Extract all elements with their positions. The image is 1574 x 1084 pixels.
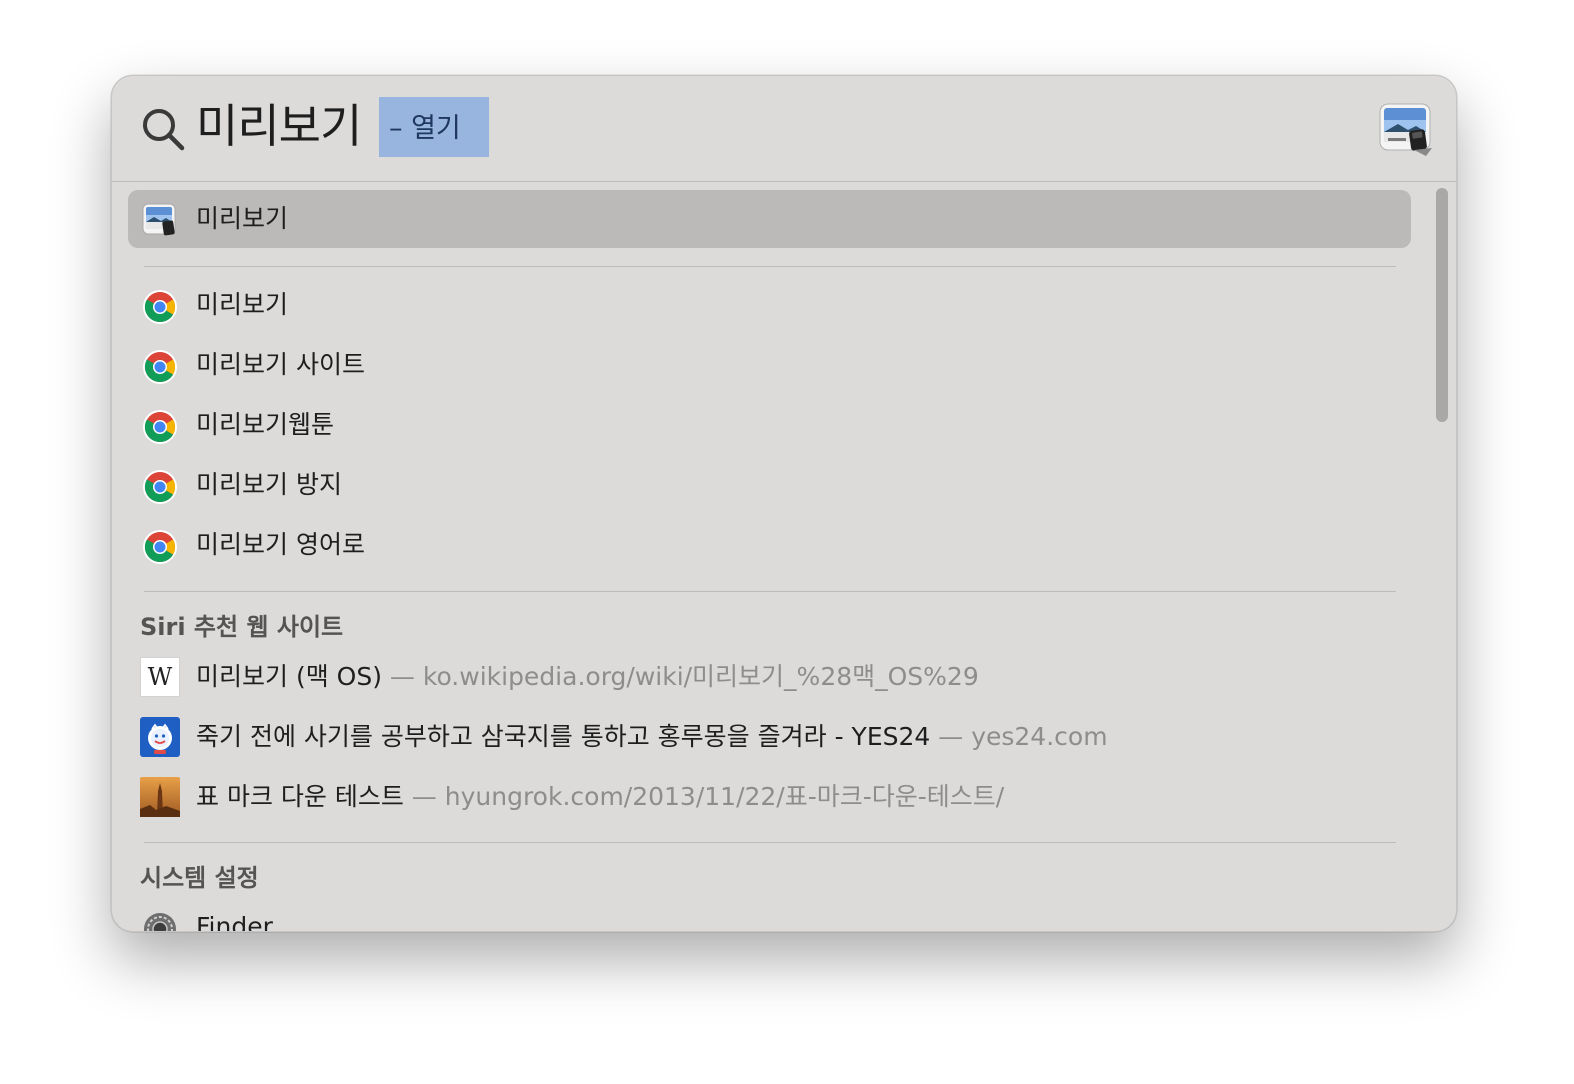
website-label: 죽기 전에 사기를 공부하고 삼국지를 통하고 홍루몽을 즐겨라 - YES24…	[196, 722, 1108, 751]
website-photo-icon	[140, 777, 180, 817]
chrome-icon	[143, 410, 177, 444]
suggestion-row[interactable]: 미리보기웹툰	[128, 396, 1411, 454]
results-divider	[144, 842, 1396, 843]
system-settings-icon	[144, 913, 176, 931]
suggestion-label: 미리보기 사이트	[196, 350, 365, 379]
suggestion-row[interactable]: 미리보기 영어로	[128, 516, 1411, 574]
website-label: 미리보기 (맥 OS) — ko.wikipedia.org/wiki/미리보기…	[196, 662, 979, 691]
suggestion-row[interactable]: 미리보기 방지	[128, 456, 1411, 514]
suggestion-label: 미리보기 영어로	[196, 530, 365, 559]
yes24-icon	[140, 717, 180, 757]
suggestion-label: 미리보기웹툰	[196, 410, 335, 439]
preview-app-icon[interactable]	[1378, 102, 1434, 158]
top-hit-row[interactable]: 미리보기	[128, 190, 1411, 248]
suggestion-label: 미리보기 방지	[196, 470, 342, 499]
search-bar[interactable]: 미리보기 – 열기	[112, 76, 1456, 181]
preview-app-icon	[142, 203, 176, 236]
top-hit-label: 미리보기	[196, 204, 289, 233]
scrollbar-thumb[interactable]	[1436, 188, 1448, 422]
suggestion-row[interactable]: 미리보기	[128, 276, 1411, 334]
suggestion-row[interactable]: 미리보기 사이트	[128, 336, 1411, 394]
search-completion-hint: – 열기	[379, 97, 489, 157]
section-title-system: 시스템 설정	[140, 864, 259, 892]
chrome-icon	[143, 350, 177, 384]
results-list: 미리보기 미리보기 미리보기 사이트 미리보기웹툰 미리보기 방지 미리보기 영…	[112, 182, 1456, 932]
website-label: 표 마크 다운 테스트 — hyungrok.com/2013/11/22/표-…	[196, 782, 1005, 811]
results-divider	[144, 266, 1396, 267]
search-icon	[143, 109, 185, 151]
wikipedia-icon: W	[140, 657, 180, 697]
system-setting-row[interactable]: Finder	[128, 898, 1411, 932]
website-row[interactable]: 죽기 전에 사기를 공부하고 삼국지를 통하고 홍루몽을 즐겨라 - YES24…	[128, 708, 1411, 766]
chrome-icon	[143, 470, 177, 504]
website-row[interactable]: W 미리보기 (맥 OS) — ko.wikipedia.org/wiki/미리…	[128, 648, 1411, 706]
chrome-icon	[143, 290, 177, 324]
section-title-siri: Siri 추천 웹 사이트	[140, 613, 344, 641]
suggestion-label: 미리보기	[196, 290, 289, 319]
chrome-icon	[143, 530, 177, 564]
results-divider	[144, 591, 1396, 592]
search-input[interactable]: 미리보기	[196, 94, 362, 158]
spotlight-window: 미리보기 – 열기 미리보기 미리보기 미리보기 사이트 미리보기웹툰 미리보기…	[111, 75, 1457, 932]
website-row[interactable]: 표 마크 다운 테스트 — hyungrok.com/2013/11/22/표-…	[128, 768, 1411, 826]
scrollbar[interactable]	[1434, 186, 1450, 916]
system-setting-label: Finder	[196, 912, 273, 932]
